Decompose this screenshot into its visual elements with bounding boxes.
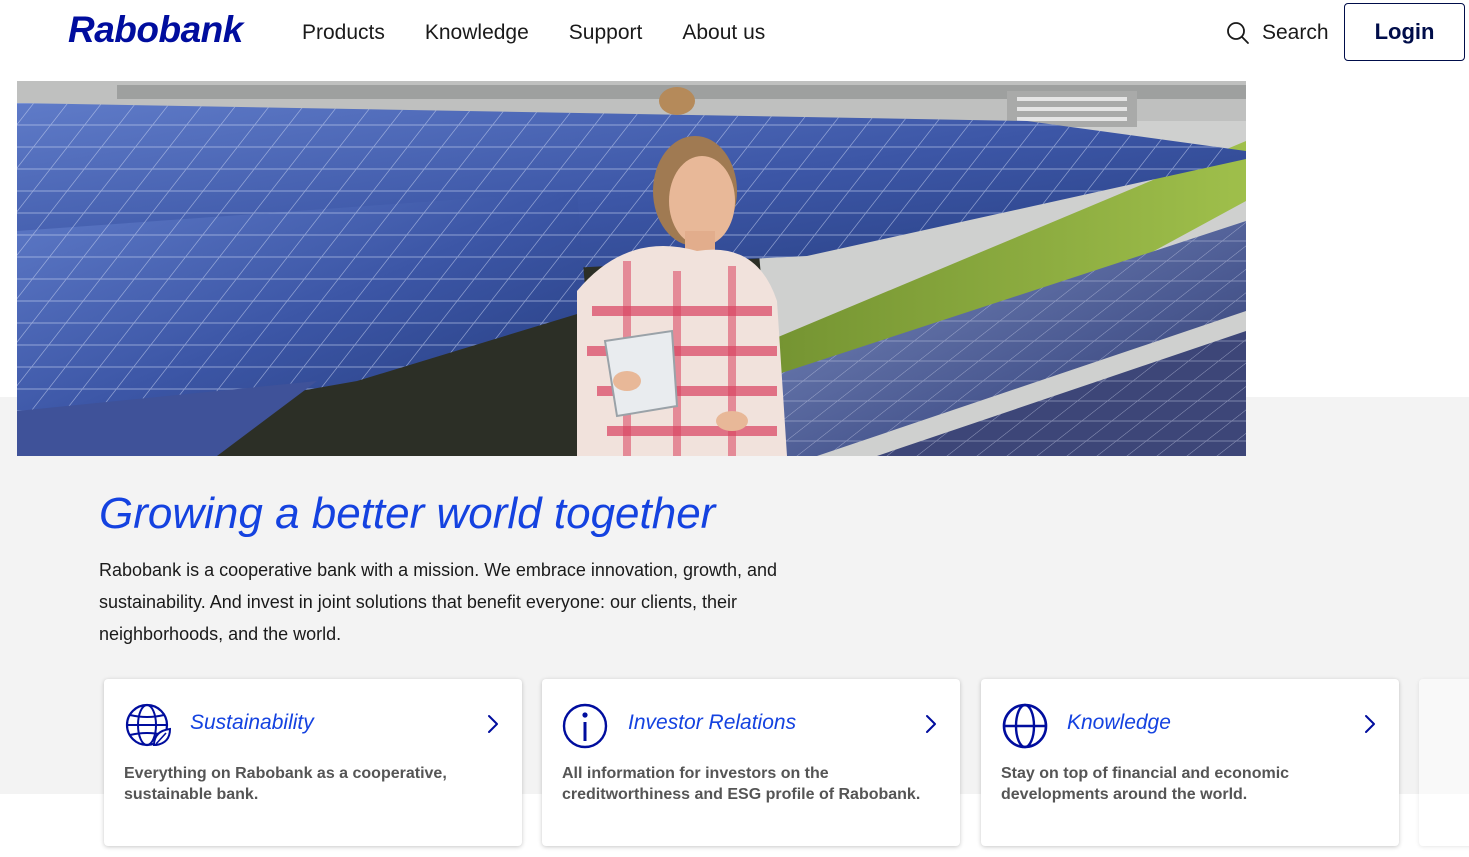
search-icon	[1227, 22, 1249, 44]
rabobank-logo[interactable]: Rabobank	[68, 10, 243, 50]
chevron-right-icon	[488, 715, 498, 733]
hero-image	[17, 81, 1246, 456]
card-description: Stay on top of financial and economic de…	[1001, 765, 1290, 803]
card-sustainability[interactable]: Sustainability Everything on Rabobank as…	[104, 679, 522, 846]
carousel-next-card[interactable]	[1419, 679, 1469, 846]
intro-paragraph: Rabobank is a cooperative bank with a mi…	[99, 560, 778, 644]
card-description: Everything on Rabobank as a cooperative,…	[124, 765, 447, 803]
search-button[interactable]: Search	[1226, 19, 1329, 47]
nav-item-about-us[interactable]: About us	[682, 19, 765, 47]
globe-icon	[1002, 703, 1048, 749]
login-button[interactable]: Login	[1344, 3, 1465, 61]
nav-item-support[interactable]: Support	[569, 19, 643, 47]
nav-item-products[interactable]: Products	[302, 19, 385, 47]
chevron-right-icon	[926, 715, 936, 733]
card-knowledge[interactable]: Knowledge Stay on top of financial and e…	[981, 679, 1399, 846]
info-icon	[562, 703, 608, 749]
card-investor-relations[interactable]: Investor Relations All information for i…	[542, 679, 960, 846]
page-headline: Growing a better world together	[99, 489, 716, 538]
card-title: Sustainability	[190, 711, 314, 734]
card-title: Investor Relations	[628, 711, 797, 734]
chevron-right-icon	[1365, 715, 1375, 733]
card-title: Knowledge	[1067, 711, 1171, 734]
globe-leaf-icon	[125, 703, 172, 747]
main-nav: Products Knowledge Support About us	[302, 19, 765, 47]
site-header: Rabobank Products Knowledge Support Abou…	[0, 0, 1469, 66]
search-label: Search	[1262, 21, 1329, 44]
card-description: All information for investors on the cre…	[562, 765, 921, 803]
nav-item-knowledge[interactable]: Knowledge	[425, 19, 529, 47]
